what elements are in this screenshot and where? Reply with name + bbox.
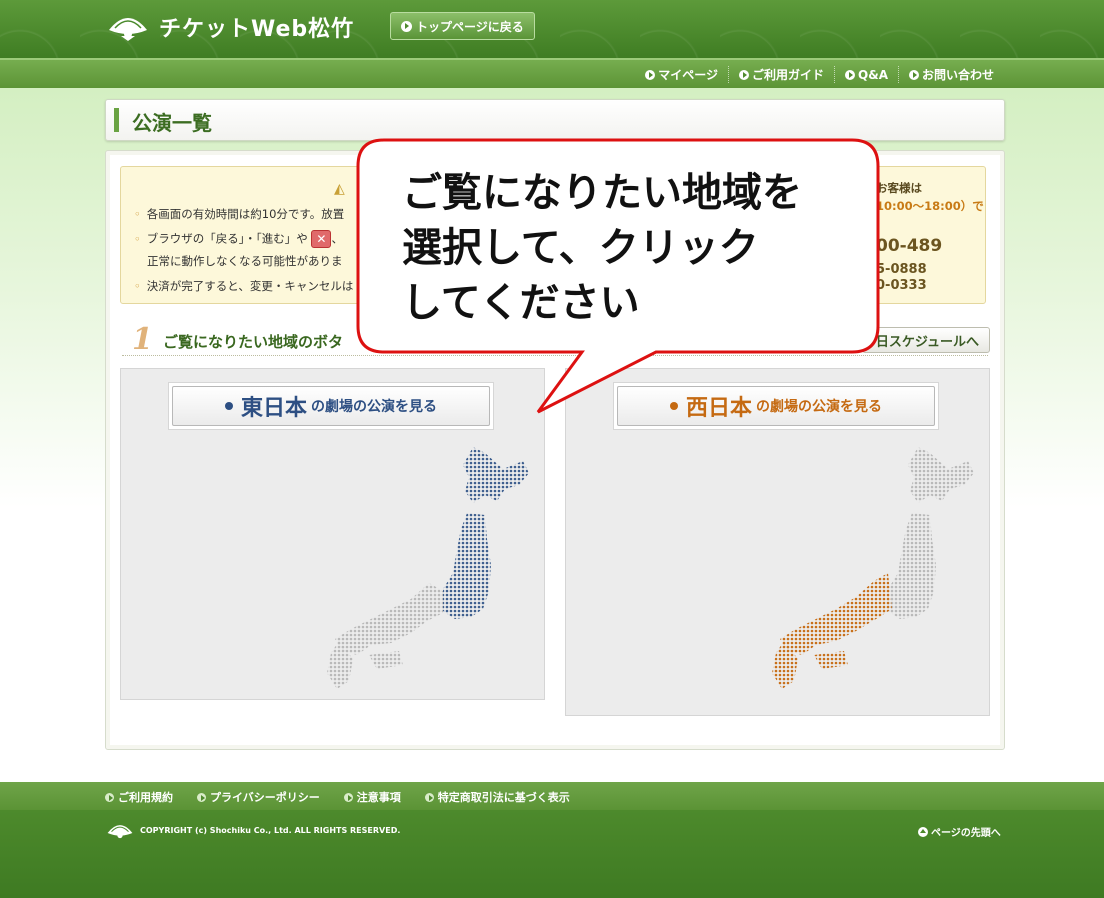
notice-icon: ◭	[334, 181, 345, 197]
back-to-top-page-label: トップページに戻る	[416, 19, 524, 34]
east-honshu-region	[888, 513, 936, 619]
nav-qa[interactable]: Q&A	[834, 66, 898, 83]
arrow-right-icon	[343, 792, 353, 802]
shikoku-region	[814, 651, 848, 669]
notice-line: ◦ 決済が完了すると、変更・キャンセルは	[134, 279, 354, 293]
site-logo[interactable]: チケットWeb松竹	[105, 10, 354, 44]
arrow-right-icon	[645, 69, 656, 80]
arrow-right-icon	[845, 69, 856, 80]
footer-links: ご利用規約 プライバシーポリシー 注意事項 特定商取引法に基づく表示	[0, 782, 1104, 810]
west-honshu-region	[335, 583, 443, 655]
notice-line: ◦ ブラウザの「戻る」・「進む」や ✕、	[134, 230, 343, 248]
contact-phone: 5-0888	[876, 262, 927, 277]
footer-link-terms[interactable]: ご利用規約	[105, 789, 173, 805]
schedule-button[interactable]: 日スケジュールへ	[862, 327, 990, 353]
contact-hours: 10:00〜18:00）で	[876, 199, 984, 213]
west-japan-sublabel: の劇場の公演を見る	[756, 399, 882, 415]
arrow-right-icon	[669, 402, 678, 410]
arrow-right-icon	[401, 20, 412, 32]
copyright-text: COPYRIGHT (c) Shochiku Co., Ltd. ALL RIG…	[140, 826, 401, 835]
arrow-right-icon	[424, 792, 434, 802]
footer-link-notes[interactable]: 注意事項	[343, 789, 401, 805]
west-japan-button[interactable]: 西日本 の劇場の公演を見る	[613, 382, 939, 430]
hokkaido-region	[463, 447, 529, 503]
site-header: チケットWeb松竹 トップページに戻る	[0, 0, 1104, 58]
close-x-icon: ✕	[311, 230, 332, 248]
nav-guide[interactable]: ご利用ガイド	[728, 66, 834, 83]
fan-logo-icon	[109, 18, 147, 41]
east-honshu-region	[443, 513, 491, 619]
step-divider	[122, 355, 988, 356]
notice-line: 正常に動作しなくなる可能性がありま	[147, 254, 343, 268]
page-top-link[interactable]: ページの先頭へ	[918, 824, 1001, 839]
back-to-top-page-button[interactable]: トップページに戻る	[390, 12, 535, 40]
notice-line: ◦ 各画面の有効時間は約10分です。放置	[134, 207, 345, 221]
arrow-right-icon	[908, 69, 919, 80]
west-honshu-region	[780, 573, 892, 655]
page-title: 公演一覧	[132, 111, 212, 135]
nav-contact[interactable]: お問い合わせ	[897, 66, 1004, 83]
shikoku-region	[369, 651, 403, 669]
arrow-up-icon	[918, 826, 928, 837]
footer-link-commerce-law[interactable]: 特定商取引法に基づく表示	[424, 789, 570, 805]
footer-link-privacy[interactable]: プライバシーポリシー	[197, 789, 320, 805]
step-heading: ご覧になりたい地域のボタ	[163, 333, 344, 351]
callout-text: ご覧になりたい地域を 選択して、クリック してください	[402, 170, 802, 326]
page-title-bar: 公演一覧	[105, 99, 1005, 141]
east-japan-button[interactable]: 東日本 の劇場の公演を見る	[168, 382, 494, 430]
arrow-right-icon	[197, 792, 206, 802]
hokkaido-region	[908, 447, 974, 503]
fan-logo-icon	[107, 825, 133, 839]
step-number: 1	[132, 322, 153, 357]
contact-phone-main: 00-489	[876, 236, 943, 256]
arrow-right-icon	[105, 792, 114, 802]
west-japan-label: 西日本	[685, 396, 752, 421]
east-japan-sublabel: の劇場の公演を見る	[311, 399, 437, 415]
logo-text: チケットWeb松竹	[159, 17, 355, 42]
arrow-right-icon	[224, 402, 233, 410]
contact-label: お客様は	[876, 181, 922, 195]
sub-navigation: マイページ ご利用ガイド Q&A お問い合わせ	[0, 58, 1104, 88]
contact-phone: 0-0333	[876, 278, 927, 293]
nav-mypage[interactable]: マイページ	[635, 66, 728, 83]
east-japan-label: 東日本	[240, 396, 307, 421]
arrow-right-icon	[739, 69, 750, 80]
